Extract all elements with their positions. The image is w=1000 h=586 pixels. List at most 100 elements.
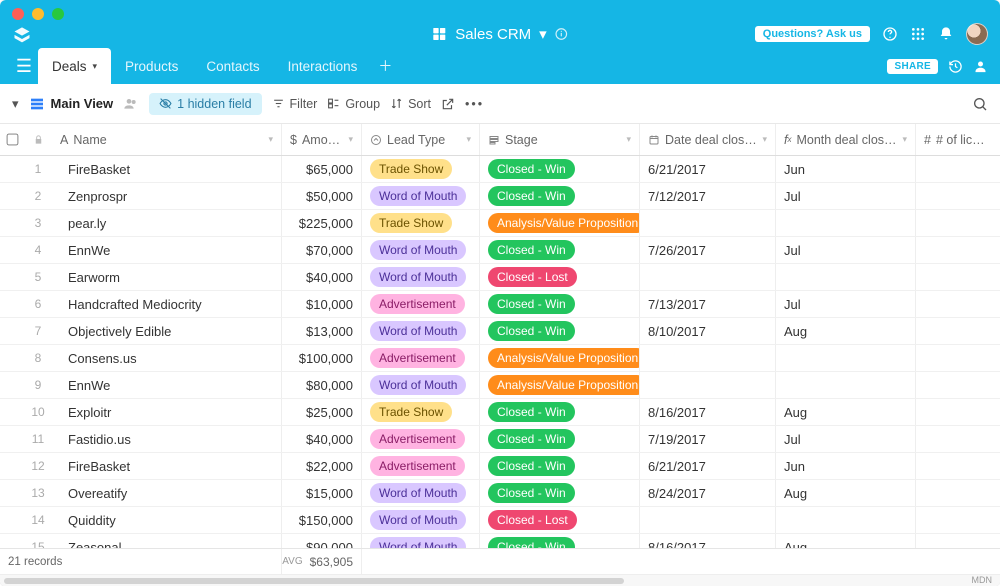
cell-licenses[interactable] [916,291,996,317]
bell-icon[interactable] [938,26,954,42]
cell-amount[interactable]: $15,000 [282,480,362,506]
cell-month[interactable]: Jun [776,453,916,479]
cell-stage[interactable]: Closed - Win [480,534,640,548]
cell-month[interactable]: Aug [776,399,916,425]
minimize-window-icon[interactable] [32,8,44,20]
menu-icon[interactable]: ☰ [10,56,38,77]
cell-name[interactable]: Objectively Edible [52,318,282,344]
tab-products[interactable]: Products [111,48,192,84]
table-row[interactable]: 7Objectively Edible$13,000Word of MouthC… [0,318,1000,345]
collaborators-icon[interactable] [123,96,139,112]
cell-stage[interactable]: Closed - Win [480,291,640,317]
select-all-checkbox[interactable] [6,134,18,146]
cell-date[interactable]: 8/24/2017 [640,480,776,506]
column-header-amount[interactable]: $Amount▾ [282,124,362,155]
cell-date[interactable] [640,372,776,398]
cell-lead[interactable]: Advertisement [362,291,480,317]
cell-amount[interactable]: $80,000 [282,372,362,398]
table-row[interactable]: 1FireBasket$65,000Trade ShowClosed - Win… [0,156,1000,183]
cell-month[interactable]: Jul [776,183,916,209]
table-row[interactable]: 3pear.ly$225,000Trade ShowAnalysis/Value… [0,210,1000,237]
cell-amount[interactable]: $10,000 [282,291,362,317]
cell-licenses[interactable] [916,264,996,290]
info-icon[interactable] [555,27,569,41]
scrollbar-thumb[interactable] [4,578,624,584]
cell-date[interactable]: 6/21/2017 [640,156,776,182]
cell-name[interactable]: Consens.us [52,345,282,371]
history-icon[interactable] [948,59,963,74]
cell-amount[interactable]: $40,000 [282,264,362,290]
cell-lead[interactable]: Trade Show [362,156,480,182]
cell-lead[interactable]: Word of Mouth [362,183,480,209]
cell-lead[interactable]: Advertisement [362,426,480,452]
cell-lead[interactable]: Word of Mouth [362,237,480,263]
cell-name[interactable]: Earworm [52,264,282,290]
cell-month[interactable]: Jul [776,426,916,452]
cell-licenses[interactable] [916,210,996,236]
hidden-fields-button[interactable]: 1 hidden field [149,93,261,115]
cell-licenses[interactable] [916,507,996,533]
cell-lead[interactable]: Word of Mouth [362,480,480,506]
table-row[interactable]: 4EnnWe$70,000Word of MouthClosed - Win7/… [0,237,1000,264]
table-row[interactable]: 8Consens.us$100,000AdvertisementAnalysis… [0,345,1000,372]
horizontal-scrollbar[interactable]: MDN [0,574,1000,586]
questions-button[interactable]: Questions? Ask us [755,26,870,42]
cell-licenses[interactable] [916,480,996,506]
cell-stage[interactable]: Analysis/Value Proposition [480,345,640,371]
cell-stage[interactable]: Closed - Win [480,156,640,182]
cell-name[interactable]: Zenprospr [52,183,282,209]
column-header-name[interactable]: AName▾ [52,124,282,155]
cell-amount[interactable]: $225,000 [282,210,362,236]
close-window-icon[interactable] [12,8,24,20]
cell-amount[interactable]: $22,000 [282,453,362,479]
cell-lead[interactable]: Trade Show [362,210,480,236]
cell-stage[interactable]: Closed - Win [480,183,640,209]
cell-amount[interactable]: $65,000 [282,156,362,182]
table-row[interactable]: 2Zenprospr$50,000Word of MouthClosed - W… [0,183,1000,210]
cell-licenses[interactable] [916,318,996,344]
cell-month[interactable]: Jul [776,291,916,317]
cell-name[interactable]: Quiddity [52,507,282,533]
table-row[interactable]: 15Zeasonal$90,000Word of MouthClosed - W… [0,534,1000,548]
column-header-month[interactable]: fxMonth deal closed▾ [776,124,916,155]
cell-month[interactable] [776,345,916,371]
cell-lead[interactable]: Trade Show [362,399,480,425]
base-title[interactable]: Sales CRM ▾ [431,25,568,43]
cell-stage[interactable]: Closed - Win [480,399,640,425]
cell-stage[interactable]: Analysis/Value Proposition [480,210,640,236]
amount-summary[interactable]: AVG$63,905 [282,549,362,574]
cell-amount[interactable]: $13,000 [282,318,362,344]
more-icon[interactable]: ••• [465,97,484,111]
maximize-window-icon[interactable] [52,8,64,20]
cell-name[interactable]: pear.ly [52,210,282,236]
apps-icon[interactable] [910,26,926,42]
cell-date[interactable] [640,345,776,371]
add-table-icon[interactable]: ＋ [371,56,399,76]
cell-date[interactable]: 7/26/2017 [640,237,776,263]
tab-contacts[interactable]: Contacts [192,48,273,84]
cell-stage[interactable]: Closed - Win [480,480,640,506]
cell-month[interactable] [776,372,916,398]
cell-name[interactable]: EnnWe [52,372,282,398]
cell-name[interactable]: FireBasket [52,156,282,182]
cell-licenses[interactable] [916,345,996,371]
cell-month[interactable]: Aug [776,318,916,344]
cell-name[interactable]: Handcrafted Mediocrity [52,291,282,317]
column-header-lead[interactable]: Lead Type▾ [362,124,480,155]
cell-month[interactable]: Aug [776,480,916,506]
cell-amount[interactable]: $50,000 [282,183,362,209]
cell-licenses[interactable] [916,372,996,398]
column-header-licenses[interactable]: ## of licens [916,124,996,155]
help-icon[interactable] [882,26,898,42]
cell-amount[interactable]: $90,000 [282,534,362,548]
cell-lead[interactable]: Word of Mouth [362,372,480,398]
table-row[interactable]: 11Fastidio.us$40,000AdvertisementClosed … [0,426,1000,453]
cell-date[interactable] [640,507,776,533]
person-icon[interactable] [973,59,988,74]
share-button[interactable]: SHARE [887,59,938,74]
tab-interactions[interactable]: Interactions [274,48,372,84]
cell-stage[interactable]: Analysis/Value Proposition [480,372,640,398]
cell-lead[interactable]: Word of Mouth [362,507,480,533]
column-header-date[interactable]: Date deal closed▾ [640,124,776,155]
cell-month[interactable]: Jul [776,237,916,263]
